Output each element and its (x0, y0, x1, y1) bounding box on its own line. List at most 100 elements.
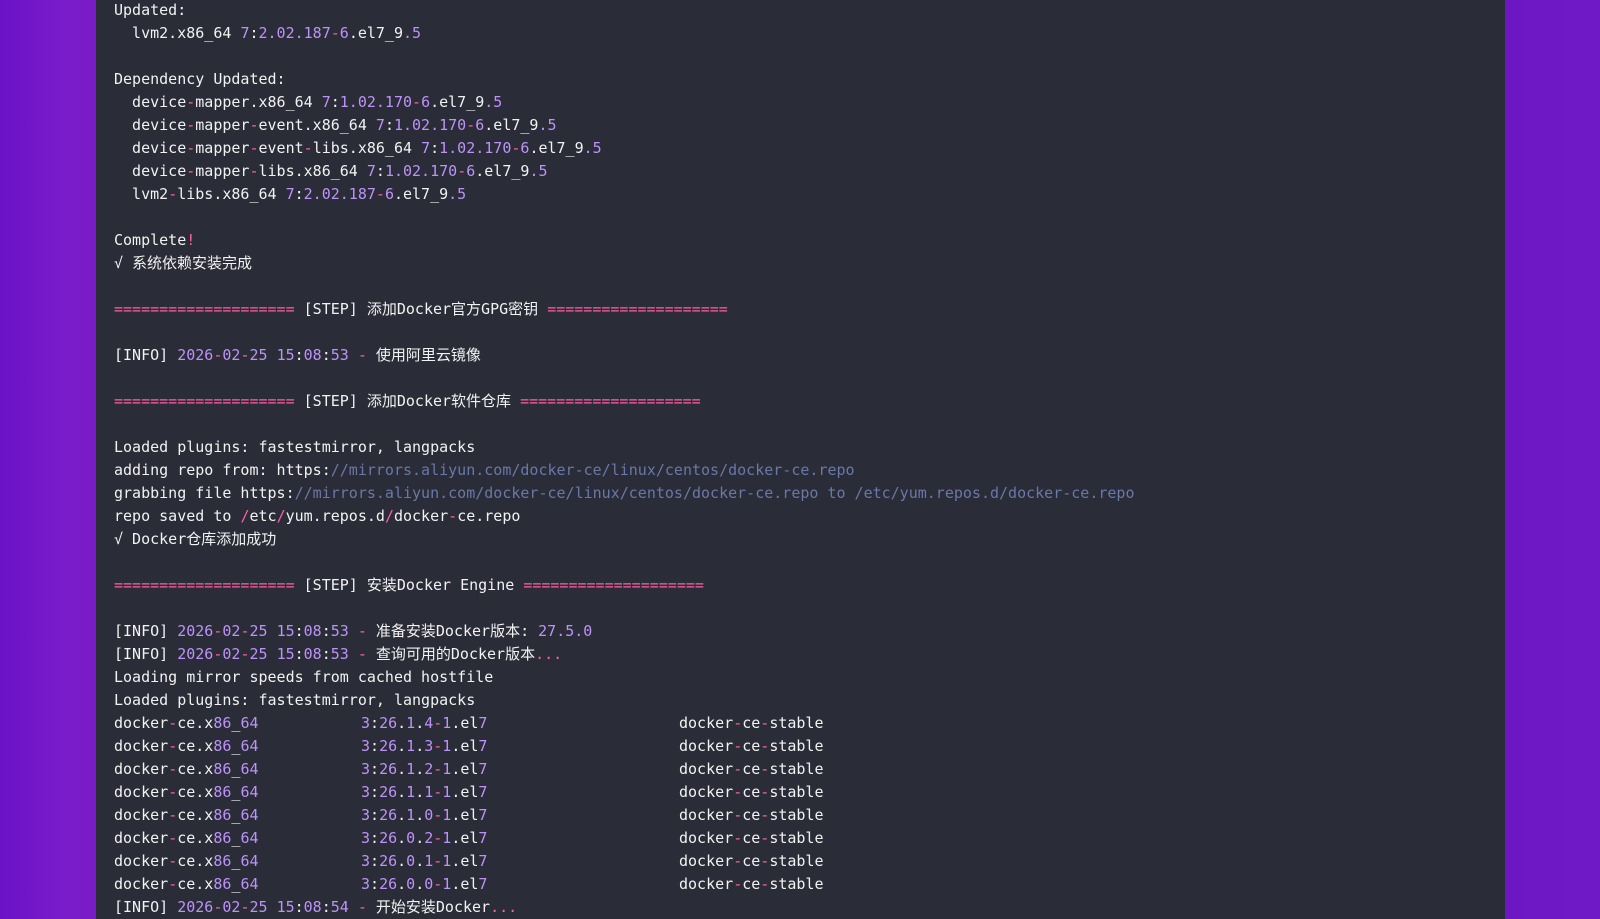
text-segment: 25 (249, 645, 268, 663)
text-segment: : (294, 185, 304, 203)
terminal-line: Complete! (114, 229, 1135, 252)
text-segment: 25 (249, 622, 268, 640)
text-segment: 2026 (177, 346, 214, 364)
text-segment: . (415, 714, 425, 732)
text-segment: 7 (285, 185, 295, 203)
text-segment (268, 645, 277, 663)
number-segment: 64 (240, 760, 259, 778)
number-segment: 64 (240, 852, 259, 870)
number-segment: 64 (240, 783, 259, 801)
number-segment: 1 (406, 806, 416, 824)
dash-segment: - (760, 875, 770, 893)
package-repo: docker-ce-stable (679, 758, 824, 781)
dash-segment: - (168, 829, 178, 847)
number-segment: 26 (379, 760, 398, 778)
text-segment: docker (114, 737, 169, 755)
text-segment: : (370, 737, 380, 755)
number-segment: 1 (406, 760, 416, 778)
text-segment: .5 (484, 93, 503, 111)
dash-segment: - (760, 829, 770, 847)
number-segment: 3 (361, 852, 371, 870)
text-segment: //mirrors.aliyun.com/docker-ce/linux/cen… (294, 484, 1135, 502)
text-segment: .el (451, 875, 479, 893)
terminal-output: Updated: lvm2.x86_64 7:2.02.187-6.el7_9.… (114, 0, 1135, 919)
terminal-line: [INFO] 2026-02-25 15:08:53 - 查询可用的Docker… (114, 643, 1135, 666)
text-segment: 2.02.187 (258, 24, 331, 42)
text-segment: . (415, 783, 425, 801)
text-segment: docker (679, 806, 734, 824)
dash-segment: - (433, 714, 443, 732)
text-segment: docker (114, 760, 169, 778)
dash-segment: - (168, 737, 178, 755)
dash-segment: - (433, 737, 443, 755)
text-segment (349, 622, 358, 640)
text-segment: / (384, 507, 394, 525)
text-segment: .el7_9 (475, 162, 530, 180)
number-segment: 26 (379, 783, 398, 801)
text-segment: : (430, 139, 440, 157)
text-segment: ce.x (177, 852, 214, 870)
text-segment: device (114, 116, 187, 134)
terminal-window[interactable]: Updated: lvm2.x86_64 7:2.02.187-6.el7_9.… (96, 0, 1505, 919)
text-segment (268, 622, 277, 640)
number-segment: 2 (424, 760, 434, 778)
package-row: docker-ce.x86_64 3:26.1.1-1.el7 docker-ce-… (114, 781, 1135, 804)
terminal-line: grabbing file https://mirrors.aliyun.com… (114, 482, 1135, 505)
text-segment: ce (742, 875, 761, 893)
text-segment: 08 (303, 346, 322, 364)
text-segment (349, 898, 358, 916)
number-segment: 7 (478, 760, 488, 778)
text-segment: : (294, 898, 304, 916)
text-segment: - (330, 24, 340, 42)
text-segment: ==================== (114, 300, 295, 318)
text-segment: mapper (195, 116, 250, 134)
package-version: 3:26.1.0-1.el7 (361, 804, 679, 827)
number-segment: 86 (213, 760, 232, 778)
text-segment: yum.repos.d (285, 507, 385, 525)
text-segment: stable (769, 852, 824, 870)
text-segment: device (114, 139, 187, 157)
text-segment: 1.02.170 (393, 116, 467, 134)
text-segment: ce (742, 714, 761, 732)
package-name: docker-ce.x86_64 (114, 850, 361, 873)
text-segment: etc (249, 507, 277, 525)
text-segment: 53 (330, 645, 349, 663)
text-segment: . (397, 852, 407, 870)
text-segment: : (321, 898, 331, 916)
text-segment: .el (451, 714, 479, 732)
text-segment: .el7_9 (393, 185, 449, 203)
number-segment: 7 (478, 829, 488, 847)
package-row: docker-ce.x86_64 3:26.1.4-1.el7 docker-ce-… (114, 712, 1135, 735)
text-segment: 查询可用的Docker版本 (366, 645, 536, 663)
text-segment: 7 (366, 162, 376, 180)
text-segment: ce.x (177, 829, 214, 847)
text-segment: : (370, 783, 380, 801)
text-segment: stable (769, 760, 824, 778)
text-segment: - (357, 346, 367, 364)
package-repo: docker-ce-stable (679, 804, 824, 827)
text-segment: Loading mirror speeds from cached hostfi… (114, 668, 494, 686)
number-segment: 0 (406, 852, 416, 870)
dash-segment: - (433, 829, 443, 847)
dash-segment: - (433, 875, 443, 893)
text-segment: ce (742, 852, 761, 870)
dash-segment: - (168, 783, 178, 801)
text-segment: docker (679, 714, 734, 732)
terminal-line: Dependency Updated: (114, 68, 1135, 91)
text-segment: docker (679, 760, 734, 778)
text-segment: . (415, 737, 425, 755)
text-segment: ... (490, 898, 518, 916)
text-segment: stable (769, 783, 824, 801)
number-segment: 1 (406, 737, 416, 755)
terminal-line: repo saved to /etc/yum.repos.d/docker-ce… (114, 505, 1135, 528)
dash-segment: - (760, 737, 770, 755)
dash-segment: - (760, 760, 770, 778)
text-segment: docker (114, 875, 169, 893)
package-version: 3:26.1.2-1.el7 (361, 758, 679, 781)
text-segment: 02 (222, 898, 241, 916)
text-segment: mapper (195, 139, 250, 157)
text-segment: docker (679, 737, 734, 755)
text-segment: . (415, 852, 425, 870)
text-segment: 使用阿里云镜像 (366, 346, 481, 364)
